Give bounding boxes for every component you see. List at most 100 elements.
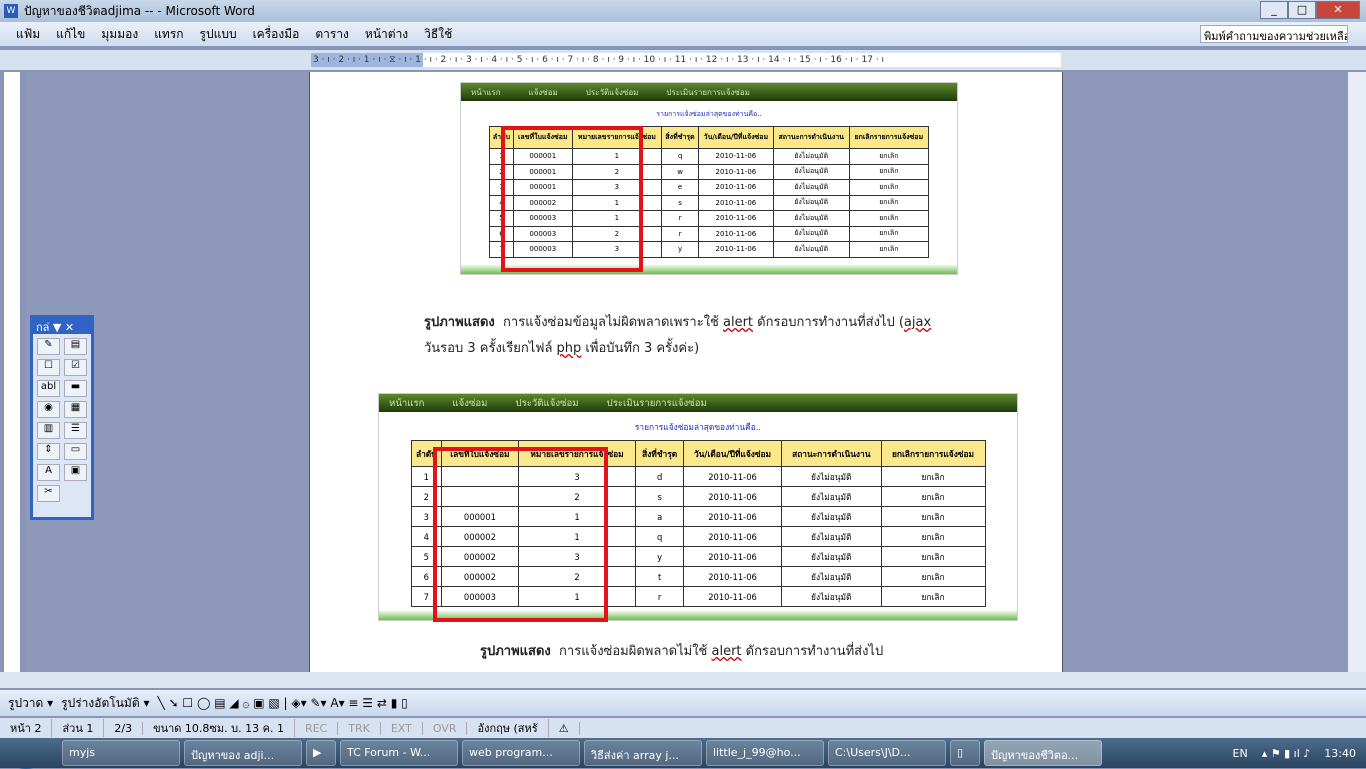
maximize-button[interactable]: □ [1288,1,1316,19]
language-indicator[interactable]: EN [1233,747,1248,760]
table-cell[interactable]: ยกเลิก [880,586,986,608]
taskbar-button[interactable]: myjs [62,740,180,766]
table-cell[interactable]: ยกเลิก [848,194,930,211]
table-cell: q [661,148,700,165]
status-item: อังกฤษ (สหรั [467,719,549,737]
menu-bar: แฟ้ม แก้ไข มุมมอง แทรก รูปแบบ เครื่องมือ ตาราง… [0,22,1366,46]
nav-link[interactable]: แจ้งซ่อม [452,396,487,411]
caption-label: รูปภาพแสดง [424,315,495,330]
toolbox-control-icon[interactable]: A [37,464,60,481]
toolbox-control-icon[interactable]: ▦ [64,401,87,418]
toolbox-control-icon[interactable]: ✂ [37,485,60,502]
taskbar-button[interactable]: ▯ [950,740,980,766]
draw-menu-button[interactable]: รูปวาด ▾ [8,694,53,713]
table-cell[interactable]: ยกเลิก [880,486,986,508]
nav-link[interactable]: ประวัติแจ้งซ่อม [586,86,639,99]
menu-item[interactable]: วิธีใช้ [424,25,452,44]
menu-item[interactable]: แฟ้ม [16,25,40,44]
toolbox-control-icon[interactable]: ☰ [64,422,87,439]
toolbox-control-icon[interactable]: ✎ [37,338,60,355]
nav-link[interactable]: ประเมินรายการแจ้งซ่อม [666,86,750,99]
menu-item[interactable]: แก้ไข [56,25,85,44]
horizontal-ruler[interactable]: 3 · ı · 2 · ı · 1 · ı · ⧖ · ı · 1 · ı · … [311,53,1061,67]
autoshapes-button[interactable]: รูปร่างอัตโนมัติ ▾ [61,694,149,713]
tray-icons[interactable]: ▴ ⚑ ▮ ıl ♪ [1262,747,1311,760]
toolbox-control-icon[interactable]: ▭ [64,443,87,460]
table-cell[interactable]: ยกเลิก [880,466,986,488]
taskbar-button[interactable]: little_j_99@ho... [706,740,824,766]
caption-1: รูปภาพแสดง การแจ้งซ่อมข้อมูลไม่ผิดพลาดเพ… [424,310,931,362]
caption-text: เพื่อบันทึก 3 ครั้งค่ะ) [581,341,700,356]
table-cell: ยังไม่อนุมัติ [781,486,882,508]
column-header: สิ่งที่ชำรุด [635,439,685,468]
menu-item[interactable]: เครื่องมือ [253,25,300,44]
table-cell: e [661,179,700,196]
toolbox-control-icon[interactable]: ▬ [64,380,87,397]
nav-link[interactable]: หน้าแรก [471,86,501,99]
toolbox-control-icon[interactable]: ▤ [64,338,87,355]
table-cell[interactable]: ยกเลิก [848,163,930,180]
table-cell: 2010-11-06 [683,526,783,548]
column-header: สถานะการดำเนินงาน [781,439,882,468]
menu-item[interactable]: แทรก [154,25,183,44]
table-cell: 2010-11-06 [698,225,774,242]
table-cell[interactable]: ยกเลิก [848,148,930,165]
table-cell[interactable]: ยกเลิก [880,526,986,548]
toolbox-control-icon[interactable]: abl [37,380,60,397]
table-cell: ยังไม่อนุมัติ [772,179,850,196]
taskbar-button[interactable]: ปัญหาของชีวิตอ... [984,740,1102,766]
vertical-ruler[interactable] [4,72,20,672]
menu-item[interactable]: หน้าต่าง [365,25,408,44]
taskbar-button[interactable]: TC Forum - W... [340,740,458,766]
table-cell[interactable]: ยกเลิก [848,179,930,196]
window-controls: _ □ ✕ [1260,1,1360,19]
table-cell[interactable]: ยกเลิก [848,225,930,242]
nav-link[interactable]: แจ้งซ่อม [529,86,558,99]
caption-text: ดักรอบการทำงานที่ส่งไป [741,644,884,659]
drawing-tools[interactable]: ╲ ➘ ☐ ◯ ▤ ◢ ۞ ▣ ▧ | ◈▾ ✎▾ A▾ ≡ ☰ ⇄ ▮ ▯ [157,696,407,710]
table-cell: s [661,194,700,211]
help-search-input[interactable]: พิมพ์คำถามของความช่วยเหลือ [1200,25,1348,43]
toolbox-control-icon[interactable]: ☑ [64,359,87,376]
document-page[interactable]: หน้าแรก แจ้งซ่อม ประวัติแจ้งซ่อม ประเมินราย… [309,72,1063,672]
toolbox-control-icon[interactable]: ▣ [64,464,87,481]
toolbox-control-icon[interactable]: ☐ [37,359,60,376]
taskbar-button[interactable]: วิธีส่งค่า array j... [584,740,702,766]
site-nav-bar: หน้าแรก แจ้งซ่อม ประวัติแจ้งซ่อม ประเมินราย… [379,394,1017,412]
nav-link[interactable]: หน้าแรก [389,396,424,411]
highlight-box [501,126,643,272]
table-cell: a [635,506,685,528]
table-cell: 2010-11-06 [698,148,774,165]
control-toolbox[interactable]: กล่ ▼ ✕ ✎ ▤ ☐ ☑ abl ▬ ◉ ▦ ▥ ☰ ⇕ ▭ A ▣ ✂ [30,315,94,520]
taskbar-button[interactable]: C:\Users\J\D... [828,740,946,766]
toolbox-control-icon[interactable]: ◉ [37,401,60,418]
table-cell: 2010-11-06 [698,210,774,227]
toolbox-title[interactable]: กล่ ▼ ✕ [33,318,91,334]
table-cell: 2010-11-06 [683,506,783,528]
taskbar-button[interactable]: ปัญหาของ adji... [184,740,302,766]
table-cell: s [635,486,685,508]
menu-item[interactable]: มุมมอง [101,25,138,44]
table-cell: w [661,163,700,180]
table-cell[interactable]: ยกเลิก [880,506,986,528]
nav-link[interactable]: ประวัติแจ้งซ่อม [516,396,579,411]
taskbar-button[interactable]: ▶ [306,740,336,766]
clock[interactable]: 13:40 [1324,747,1356,760]
table-cell[interactable]: ยกเลิก [848,241,930,258]
menu-item[interactable]: รูปแบบ [200,25,237,44]
table-cell[interactable]: ยกเลิก [880,546,986,568]
status-item: 2/3 [104,721,144,735]
table-cell[interactable]: ยกเลิก [848,210,930,227]
toolbox-control-icon[interactable]: ⇕ [37,443,60,460]
status-item: ขนาด 10.8ซม. บ. 13 ค. 1 [143,719,295,737]
vertical-scrollbar[interactable] [1348,72,1366,672]
close-button[interactable]: ✕ [1316,1,1360,19]
menu-item[interactable]: ตาราง [315,25,349,44]
table-cell[interactable]: ยกเลิก [880,566,986,588]
horizontal-scrollbar[interactable] [0,672,1366,688]
toolbox-control-icon[interactable]: ▥ [37,422,60,439]
table-cell: ยังไม่อนุมัติ [772,194,850,211]
nav-link[interactable]: ประเมินรายการแจ้งซ่อม [607,396,707,411]
minimize-button[interactable]: _ [1260,1,1288,19]
taskbar-button[interactable]: web program... [462,740,580,766]
